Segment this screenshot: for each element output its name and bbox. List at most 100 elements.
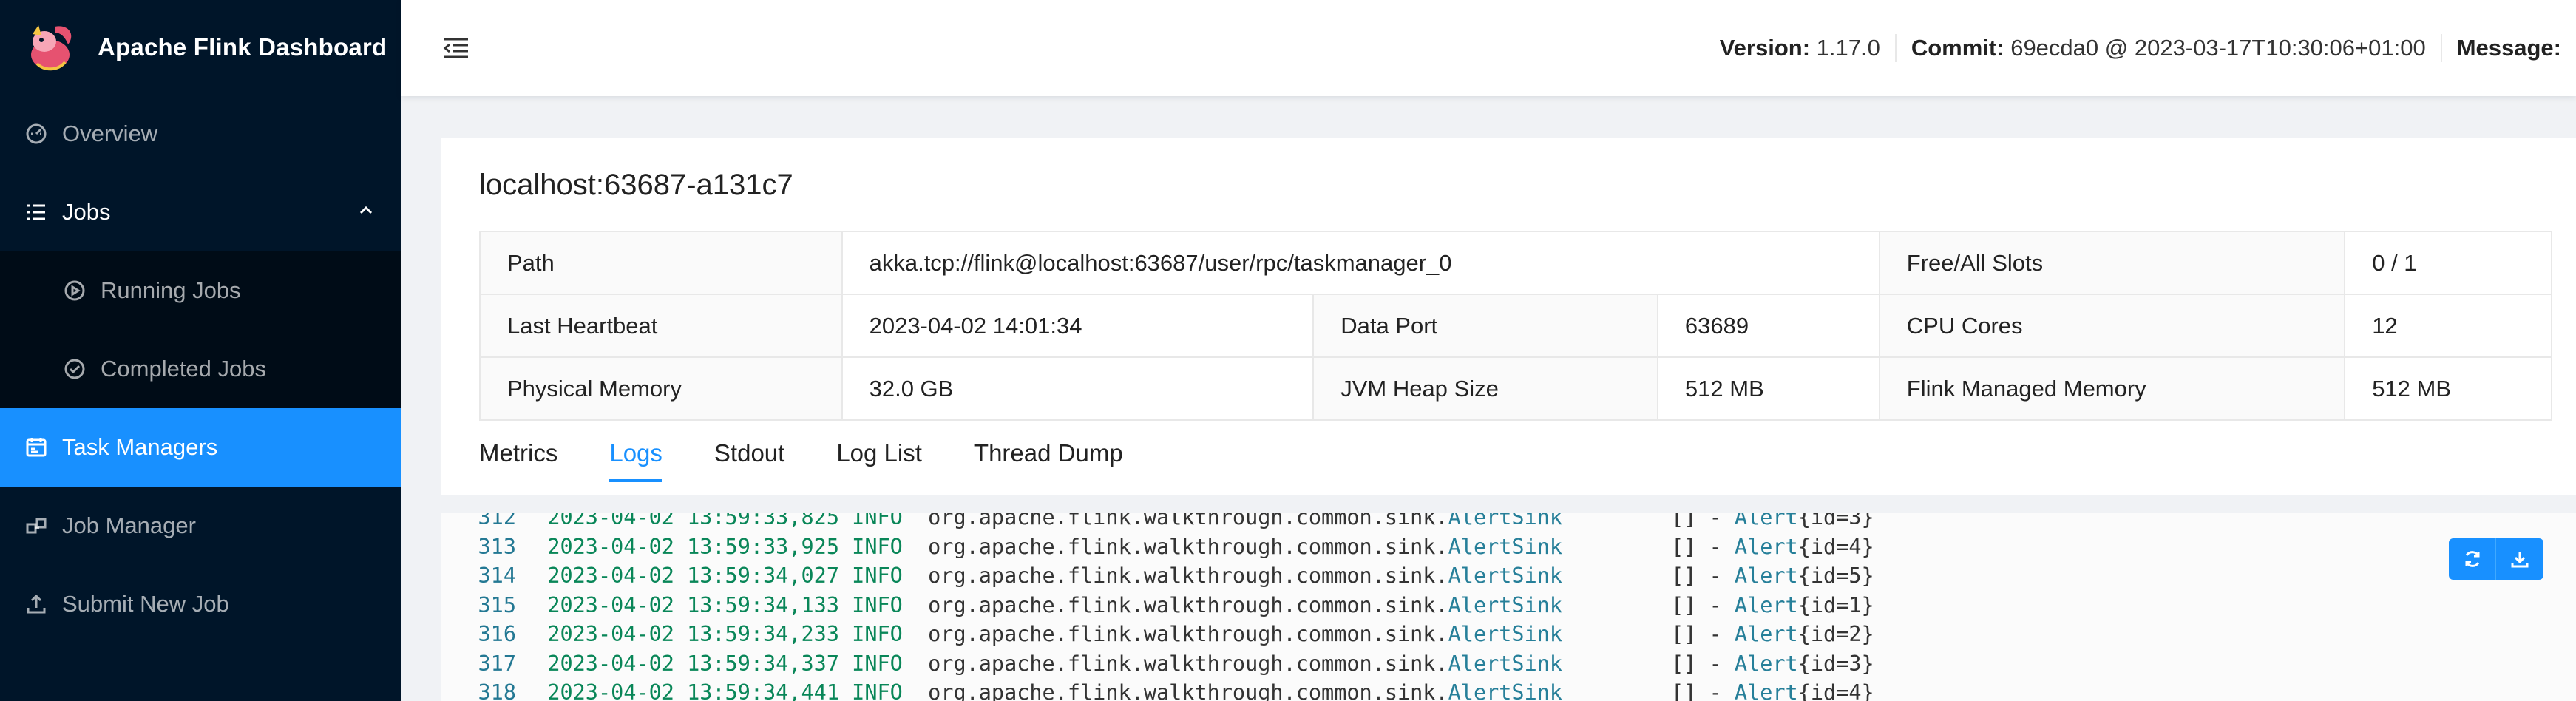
page-title: localhost:63687-a131c7	[479, 169, 793, 201]
log-level: INFO	[852, 592, 903, 617]
log-logger-package: org.apache.flink.walkthrough.common.sink…	[928, 651, 1448, 676]
sidebar-item-completed-jobs[interactable]: Completed Jobs	[0, 330, 401, 408]
log-message-object: Alert	[1734, 680, 1798, 701]
log-line: 316 2023-04-02 13:59:34,233 INFO org.apa…	[441, 620, 1874, 649]
sidebar-item-label: Overview	[62, 121, 158, 146]
log-logger-package: org.apache.flink.walkthrough.common.sink…	[928, 513, 1448, 529]
commit-value: 69ecda0 @ 2023-03-17T10:30:06+01:00	[2010, 35, 2426, 61]
log-timestamp: 2023-04-02 13:59:34,133	[547, 592, 839, 617]
log-timestamp: 2023-04-02 13:59:33,825	[547, 513, 839, 529]
log-logger-package: org.apache.flink.walkthrough.common.sink…	[928, 592, 1448, 617]
download-icon	[2511, 552, 2529, 568]
log-message-prefix: [] -	[1671, 534, 1735, 559]
log-logger-class: AlertSink	[1448, 534, 1563, 559]
commit: Commit: 69ecda0 @ 2023-03-17T10:30:06+01…	[1894, 34, 2441, 62]
cpu-value: 12	[2344, 294, 2552, 358]
sidebar-item-overview[interactable]: Overview	[0, 95, 401, 173]
log-message-args: {id=4}	[1797, 534, 1874, 559]
top-header: Version: 1.17.0 Commit: 69ecda0 @ 2023-0…	[401, 0, 2576, 96]
log-timestamp: 2023-04-02 13:59:33,925	[547, 534, 839, 559]
build-icon	[24, 513, 49, 538]
schedule-icon	[24, 435, 49, 460]
heap-value: 512 MB	[1656, 356, 1880, 421]
log-line-number: 315	[478, 592, 516, 617]
sidebar-item-running-jobs[interactable]: Running Jobs	[0, 251, 401, 330]
log-logger-class: AlertSink	[1448, 680, 1563, 701]
heartbeat-label: Last Heartbeat	[479, 294, 843, 358]
sidebar-item-jobs[interactable]: Jobs	[0, 173, 401, 251]
heartbeat-value: 2023-04-02 14:01:34	[841, 294, 1315, 358]
tab-stdout[interactable]: Stdout	[714, 439, 784, 482]
sidebar-item-submit-new-job[interactable]: Submit New Job	[0, 565, 401, 643]
log-viewer[interactable]: 312 2023-04-02 13:59:33,825 INFO org.apa…	[441, 513, 2576, 701]
brand[interactable]: Apache Flink Dashboard	[0, 0, 401, 95]
log-level: INFO	[852, 622, 903, 646]
log-logger-class: AlertSink	[1448, 563, 1563, 588]
log-message-object: Alert	[1734, 534, 1798, 559]
log-lines: 312 2023-04-02 13:59:33,825 INFO org.apa…	[441, 513, 1874, 701]
taskmanager-info-table: Path akka.tcp://flink@localhost:63687/us…	[479, 231, 2552, 421]
log-line-number: 316	[478, 622, 516, 646]
log-logger: org.apache.flink.walkthrough.common.sink…	[928, 591, 1671, 620]
log-logger-package: org.apache.flink.walkthrough.common.sink…	[928, 622, 1448, 646]
taskmanager-tabs: Metrics Logs Stdout Log List Thread Dump	[479, 439, 1175, 482]
tab-thread-dump[interactable]: Thread Dump	[974, 439, 1123, 482]
menu-fold-icon[interactable]	[441, 33, 471, 63]
log-line-number: 312	[478, 513, 516, 529]
table-row: Path akka.tcp://flink@localhost:63687/us…	[479, 231, 2552, 295]
sidebar-item-label: Task Managers	[62, 434, 218, 460]
dataport-value: 63689	[1656, 294, 1880, 358]
log-line-number: 318	[478, 680, 516, 701]
log-message-prefix: [] -	[1671, 563, 1735, 588]
sidebar-item-job-manager[interactable]: Job Manager	[0, 487, 401, 565]
refresh-icon	[2465, 551, 2479, 567]
download-button[interactable]	[2496, 538, 2543, 580]
sidebar-item-task-managers[interactable]: Task Managers	[0, 408, 401, 487]
log-logger-class: AlertSink	[1448, 513, 1563, 529]
chevron-up-icon[interactable]	[357, 201, 375, 219]
tab-logs[interactable]: Logs	[609, 439, 662, 482]
memory-label: Physical Memory	[479, 356, 843, 421]
log-logger-package: org.apache.flink.walkthrough.common.sink…	[928, 563, 1448, 588]
log-logger: org.apache.flink.walkthrough.common.sink…	[928, 513, 1671, 532]
log-level: INFO	[852, 513, 903, 529]
log-timestamp: 2023-04-02 13:59:34,337	[547, 651, 839, 676]
log-line: 312 2023-04-02 13:59:33,825 INFO org.apa…	[441, 513, 1874, 532]
dataport-label: Data Port	[1312, 294, 1658, 358]
log-message-args: {id=3}	[1797, 513, 1874, 529]
log-logger: org.apache.flink.walkthrough.common.sink…	[928, 620, 1671, 649]
upload-icon	[24, 592, 49, 617]
version: Version: 1.17.0	[1705, 34, 1895, 62]
log-message-args: {id=5}	[1797, 563, 1874, 588]
log-logger: org.apache.flink.walkthrough.common.sink…	[928, 649, 1671, 679]
table-row: Physical Memory 32.0 GB JVM Heap Size 51…	[479, 356, 2552, 421]
log-logger-class: AlertSink	[1448, 622, 1563, 646]
check-circle-icon	[62, 356, 87, 382]
log-level: INFO	[852, 651, 903, 676]
play-circle-icon	[62, 278, 87, 303]
log-logger-package: org.apache.flink.walkthrough.common.sink…	[928, 534, 1448, 559]
log-line: 317 2023-04-02 13:59:34,337 INFO org.apa…	[441, 649, 1874, 679]
log-timestamp: 2023-04-02 13:59:34,233	[547, 622, 839, 646]
log-line-number: 313	[478, 534, 516, 559]
log-logger-class: AlertSink	[1448, 592, 1563, 617]
memory-value: 32.0 GB	[841, 356, 1315, 421]
tab-log-list[interactable]: Log List	[836, 439, 922, 482]
tab-metrics[interactable]: Metrics	[479, 439, 557, 482]
version-label: Version:	[1719, 35, 1811, 61]
sidebar-item-label: Completed Jobs	[101, 356, 267, 382]
sidebar-item-label: Submit New Job	[62, 591, 229, 617]
log-line: 315 2023-04-02 13:59:34,133 INFO org.apa…	[441, 591, 1874, 620]
log-message-prefix: [] -	[1671, 680, 1735, 701]
log-message-prefix: [] -	[1671, 622, 1735, 646]
log-message-args: {id=4}	[1797, 680, 1874, 701]
refresh-button[interactable]	[2449, 538, 2496, 580]
slots-value: 0 / 1	[2344, 231, 2552, 295]
managed-memory-value: 512 MB	[2344, 356, 2552, 421]
sidebar: Apache Flink Dashboard Overview Jobs Run…	[0, 0, 401, 701]
log-message-prefix: [] -	[1671, 592, 1735, 617]
sidebar-item-label: Running Jobs	[101, 277, 241, 303]
log-line-number: 317	[478, 651, 516, 676]
version-value: 1.17.0	[1816, 35, 1880, 61]
sidebar-item-label: Job Manager	[62, 512, 196, 538]
